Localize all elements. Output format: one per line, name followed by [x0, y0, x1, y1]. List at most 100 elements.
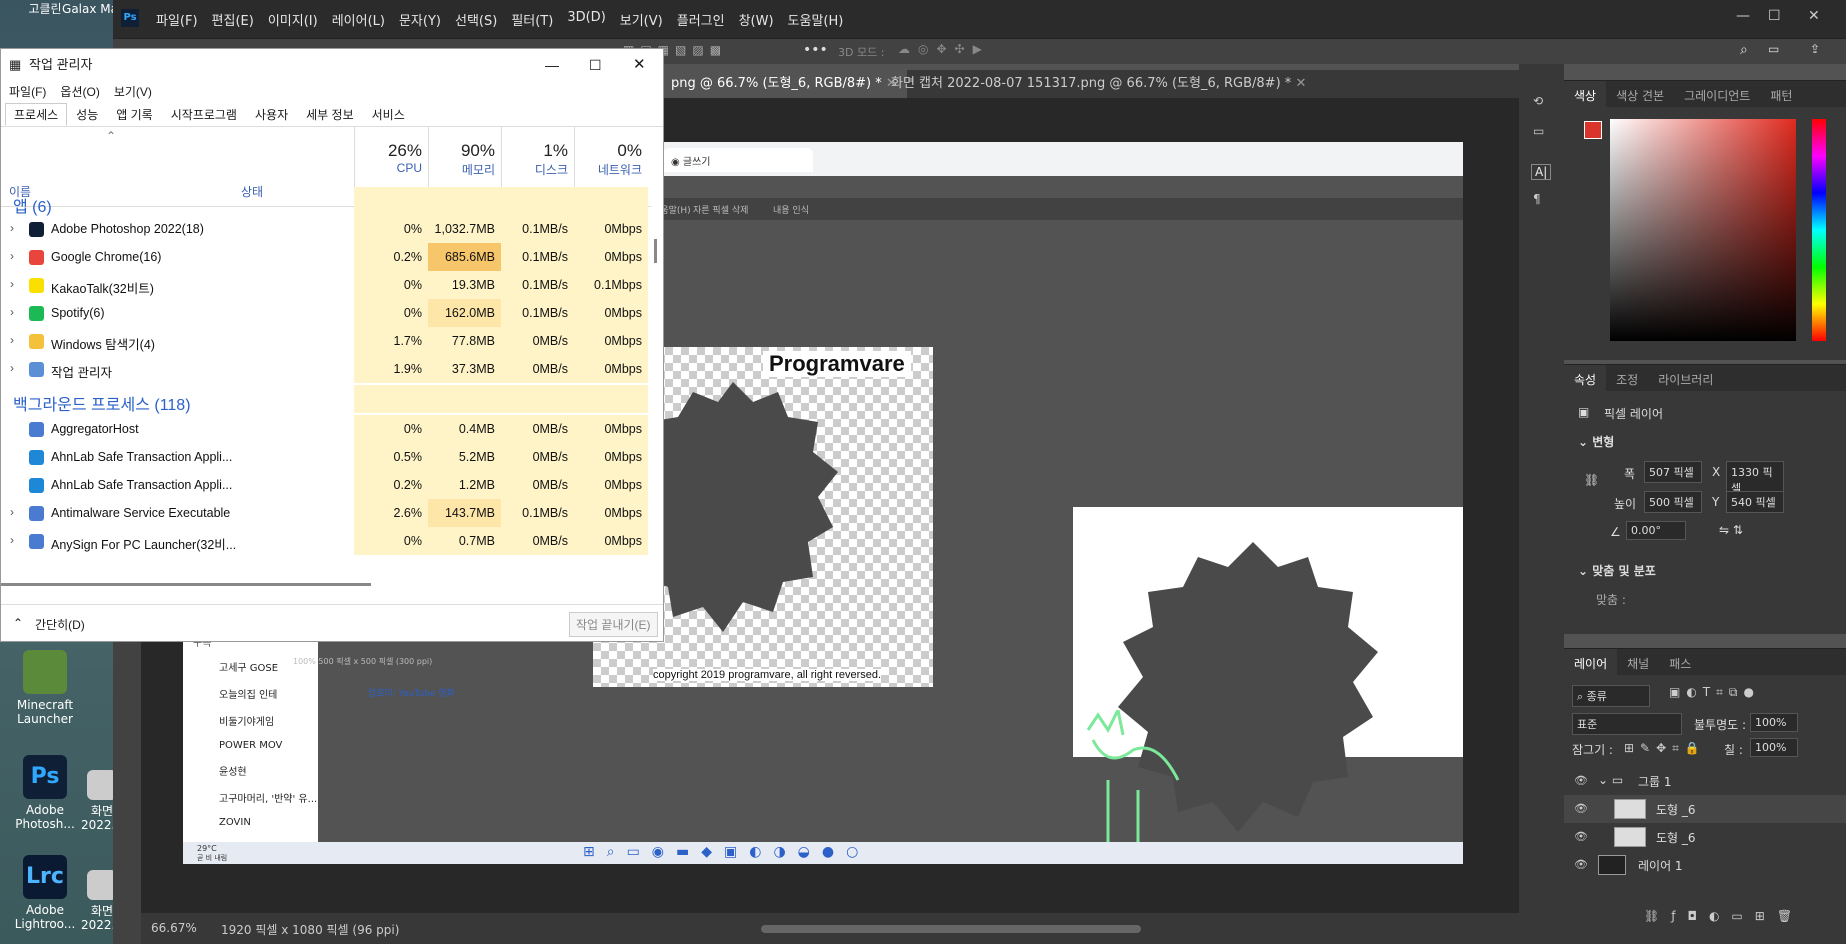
- color-field[interactable]: [1610, 119, 1796, 341]
- menu-view[interactable]: 보기(V): [613, 10, 670, 29]
- fewer-details-button[interactable]: 간단히(D): [35, 616, 85, 633]
- maximize-icon[interactable]: ☐: [1768, 8, 1781, 24]
- link-icon[interactable]: ⛓: [1584, 473, 1599, 487]
- eye-icon[interactable]: 👁: [1574, 830, 1588, 843]
- tab-users[interactable]: 사용자: [246, 103, 297, 126]
- end-task-button[interactable]: 작업 끝내기(E): [569, 612, 658, 637]
- table-row[interactable]: › Windows 탐색기(4) 1.7% 77.8MB 0MB/s 0Mbps: [1, 327, 651, 355]
- eye-icon[interactable]: 👁: [1574, 774, 1588, 787]
- fill-field[interactable]: 100%: [1750, 738, 1798, 757]
- menu-window[interactable]: 창(W): [732, 10, 781, 29]
- width-field[interactable]: 507 픽셀: [1644, 461, 1702, 483]
- chevron-right-icon[interactable]: ›: [10, 361, 14, 375]
- tab-layers[interactable]: 레이어: [1564, 649, 1618, 675]
- tab-processes[interactable]: 프로세스: [5, 103, 68, 126]
- menu-file[interactable]: 파일(F): [149, 10, 205, 29]
- layer-row[interactable]: 👁 ⌄ ▭ 그룹 1: [1564, 767, 1846, 795]
- close-icon[interactable]: ✕: [633, 49, 646, 81]
- close-icon[interactable]: ✕: [1808, 8, 1820, 24]
- tab-color[interactable]: 색상: [1564, 81, 1607, 107]
- menu-layer[interactable]: 레이어(L): [325, 10, 392, 29]
- table-row[interactable]: AhnLab Safe Transaction Appli... 0.5% 5.2M…: [1, 443, 651, 471]
- comment-icon[interactable]: ▭: [1533, 124, 1544, 138]
- workspace-icon[interactable]: ▭: [1768, 42, 1779, 56]
- menu-file[interactable]: 파일(F): [9, 81, 46, 103]
- desktop-icon-minecraft[interactable]: Minecraft Launcher: [0, 650, 90, 726]
- table-row[interactable]: AhnLab Safe Transaction Appli... 0.2% 1.2M…: [1, 471, 651, 499]
- tab-performance[interactable]: 성능: [67, 103, 107, 126]
- tab-properties[interactable]: 속성: [1564, 365, 1607, 391]
- layer-row[interactable]: 👁 도형 _6: [1564, 795, 1846, 823]
- opacity-field[interactable]: 100%: [1750, 713, 1798, 732]
- table-row[interactable]: › 작업 관리자 1.9% 37.3MB 0MB/s 0Mbps: [1, 355, 651, 383]
- tab-startup[interactable]: 시작프로그램: [162, 103, 246, 126]
- eye-icon[interactable]: 👁: [1574, 858, 1588, 871]
- eye-icon[interactable]: 👁: [1574, 802, 1588, 815]
- lock-icons[interactable]: ⊞✎✥⌗🔒: [1624, 741, 1706, 756]
- table-row[interactable]: › KakaoTalk(32비트) 0% 19.3MB 0.1MB/s 0.1Mbps: [1, 271, 651, 299]
- table-row[interactable]: › Spotify(6) 0% 162.0MB 0.1MB/s 0Mbps: [1, 299, 651, 327]
- chevron-right-icon[interactable]: ›: [10, 333, 14, 347]
- vertical-scrollbar[interactable]: [654, 239, 657, 263]
- angle-field[interactable]: 0.00°: [1626, 521, 1686, 540]
- tab-adjustments[interactable]: 조정: [1606, 365, 1648, 391]
- search-icon[interactable]: ⌕: [1740, 42, 1748, 58]
- chevron-right-icon[interactable]: ›: [10, 221, 14, 235]
- layer-filter-icons[interactable]: ▣◐T⌗⧉●: [1669, 685, 1760, 700]
- paragraph-panel-icon[interactable]: ¶: [1533, 192, 1541, 206]
- menu-select[interactable]: 선택(S): [448, 10, 504, 29]
- 3d-mode-icons[interactable]: ☁◎✥✣▶: [898, 42, 990, 56]
- menu-plugins[interactable]: 플러그인: [670, 10, 732, 29]
- share-icon[interactable]: ⇪: [1810, 42, 1820, 56]
- foreground-color-swatch[interactable]: [1584, 121, 1602, 139]
- history-icon[interactable]: ⟲: [1533, 94, 1543, 108]
- more-options-icon[interactable]: •••: [803, 42, 828, 58]
- tab-libraries[interactable]: 라이브러리: [1648, 365, 1723, 391]
- menu-image[interactable]: 이미지(I): [261, 10, 325, 29]
- chevron-right-icon[interactable]: ›: [10, 249, 14, 263]
- y-field[interactable]: 540 픽셀: [1726, 491, 1784, 513]
- tab-app-history[interactable]: 앱 기록: [107, 103, 161, 126]
- chevron-right-icon[interactable]: ›: [10, 505, 14, 519]
- tab-channels[interactable]: 채널: [1617, 649, 1659, 675]
- close-icon[interactable]: ✕: [1295, 76, 1306, 91]
- blend-mode-select[interactable]: 표준: [1572, 713, 1682, 735]
- menu-3d[interactable]: 3D(D): [560, 10, 612, 29]
- tab-patterns[interactable]: 패턴: [1760, 81, 1802, 107]
- menu-edit[interactable]: 편집(E): [205, 10, 261, 29]
- tab-gradients[interactable]: 그레이디언트: [1674, 81, 1760, 107]
- tab-paths[interactable]: 패스: [1659, 649, 1701, 675]
- layer-actions-icons[interactable]: ⛓ƒ◘◐▭⊞🗑: [1644, 909, 1804, 923]
- layer-row[interactable]: 👁 레이어 1: [1564, 851, 1846, 879]
- flip-icons[interactable]: ⇋ ⇅: [1719, 523, 1743, 537]
- menu-help[interactable]: 도움말(H): [781, 10, 851, 29]
- menu-view[interactable]: 보기(V): [114, 81, 152, 103]
- tab-document-1[interactable]: png @ 66.7% (도형_6, RGB/8#) * ✕: [661, 70, 907, 98]
- chevron-up-icon[interactable]: ⌃: [13, 616, 23, 630]
- height-field[interactable]: 500 픽셀: [1644, 491, 1702, 513]
- tab-details[interactable]: 세부 정보: [297, 103, 363, 126]
- chevron-right-icon[interactable]: ›: [10, 277, 14, 291]
- minimize-icon[interactable]: —: [545, 49, 559, 81]
- horizontal-scrollbar[interactable]: [761, 925, 1141, 933]
- minimize-icon[interactable]: —: [1736, 8, 1750, 24]
- table-row[interactable]: › AnySign For PC Launcher(32비... 0% 0.7MB 0M…: [1, 527, 651, 555]
- table-row[interactable]: › Adobe Photoshop 2022(18) 0% 1,032.7MB 0.1M…: [1, 215, 651, 243]
- maximize-icon[interactable]: ☐: [589, 49, 602, 81]
- tab-document-2[interactable]: 화면 캡처 2022-08-07 151317.png @ 66.7% (도형_…: [881, 70, 1316, 98]
- layer-row[interactable]: 👁 도형 _6: [1564, 823, 1846, 851]
- horizontal-scrollbar[interactable]: [1, 583, 371, 586]
- tab-services[interactable]: 서비스: [363, 103, 414, 126]
- hue-slider[interactable]: [1812, 119, 1826, 341]
- menu-options[interactable]: 옵션(O): [60, 81, 99, 103]
- table-row[interactable]: › Google Chrome(16) 0.2% 685.6MB 0.1MB/s 0Mbp…: [1, 243, 651, 271]
- sort-arrow-icon[interactable]: ⌃: [106, 129, 116, 143]
- desktop-icon-galaxy[interactable]: Galax Ma: [60, 2, 120, 16]
- zoom-level[interactable]: 66.67%: [151, 921, 197, 935]
- chevron-right-icon[interactable]: ›: [10, 305, 14, 319]
- layer-filter-select[interactable]: ⌕ 종류: [1572, 685, 1650, 707]
- tab-swatches[interactable]: 색상 견본: [1606, 81, 1674, 107]
- menu-filter[interactable]: 필터(T): [504, 10, 560, 29]
- table-row[interactable]: › Antimalware Service Executable 2.6% 143.7…: [1, 499, 651, 527]
- character-panel-icon[interactable]: A|: [1531, 164, 1552, 180]
